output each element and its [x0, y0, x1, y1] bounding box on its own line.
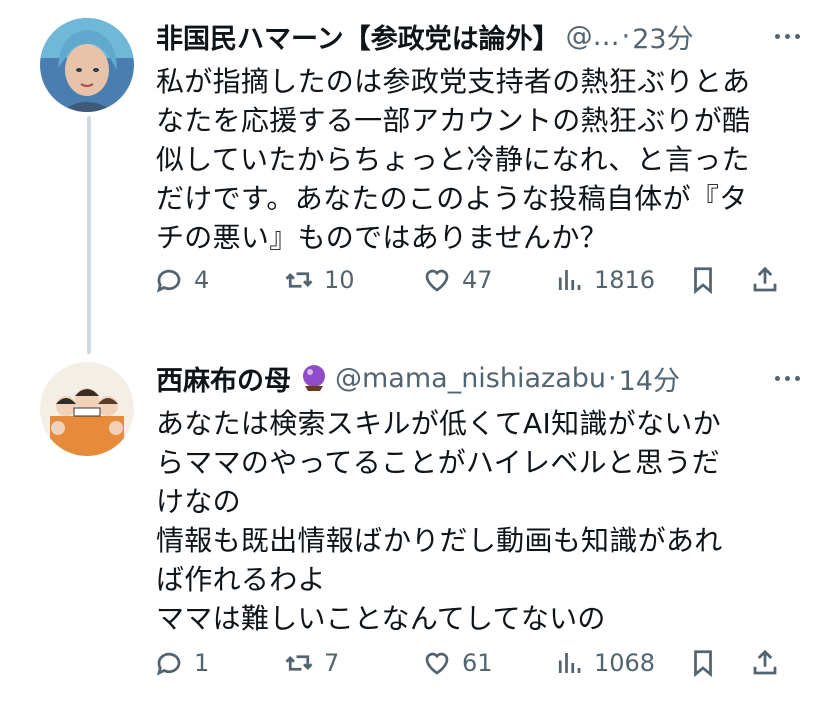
user-handle[interactable]: @mama_nishiazabu — [335, 363, 606, 394]
avatar[interactable] — [40, 362, 134, 456]
view-count: 1816 — [594, 266, 656, 294]
share-button[interactable] — [750, 648, 780, 678]
separator: · — [608, 362, 617, 394]
like-button[interactable]: 61 — [422, 648, 493, 678]
reply-icon — [156, 269, 181, 293]
retweet-icon — [285, 272, 313, 288]
retweet-count: 7 — [324, 649, 340, 677]
share-icon — [753, 266, 777, 292]
bookmark-icon — [694, 650, 712, 678]
avatar[interactable] — [40, 18, 134, 112]
like-count: 61 — [462, 649, 493, 677]
tweet[interactable]: 西麻布の母 @mama_nishiazabu · 14分 あなたは検索スキルが低… — [0, 340, 828, 722]
views-button[interactable]: 1816 — [554, 265, 655, 295]
retweet-icon — [285, 655, 313, 671]
timestamp[interactable]: 14分 — [619, 359, 680, 398]
retweet-count: 10 — [324, 266, 355, 294]
view-count: 1068 — [594, 649, 656, 677]
tweet-header: 非国民ハマーン【参政党は論外】 @… · 23分 — [156, 16, 804, 56]
tweet-text: 私が指摘したのは参政党支持者の熱狂ぶりとあ なたを応援する一部アカウントの熱狂ぶ… — [156, 65, 751, 254]
more-icon[interactable] — [775, 16, 800, 56]
separator: · — [621, 20, 631, 52]
share-icon — [753, 649, 777, 675]
retweet-button[interactable]: 10 — [284, 265, 355, 295]
bookmark-icon — [694, 267, 712, 295]
reply-icon — [156, 652, 181, 676]
reply-count: 1 — [194, 649, 210, 677]
more-icon[interactable] — [775, 358, 800, 398]
tweet[interactable]: 非国民ハマーン【参政党は論外】 @… · 23分 私が指摘したのは参政党支持者の… — [0, 0, 828, 340]
reply-button[interactable]: 4 — [154, 265, 209, 295]
like-icon — [425, 269, 449, 292]
tweet-text: あなたは検索スキルが低くてAI知識がないか らママのやってることがハイレベルと思… — [156, 407, 723, 635]
views-icon — [558, 270, 581, 290]
like-icon — [425, 652, 449, 675]
display-name[interactable]: 非国民ハマーン【参政党は論外】 — [156, 17, 560, 56]
tweet-header: 西麻布の母 @mama_nishiazabu · 14分 — [156, 358, 804, 398]
reply-button[interactable]: 1 — [154, 648, 209, 678]
retweet-button[interactable]: 7 — [284, 648, 339, 678]
timestamp[interactable]: 23分 — [632, 17, 693, 56]
bookmark-button[interactable] — [688, 265, 718, 295]
like-button[interactable]: 47 — [422, 265, 493, 295]
share-button[interactable] — [750, 265, 780, 295]
crystal-ball-icon — [299, 363, 329, 393]
views-icon — [558, 653, 581, 673]
views-button[interactable]: 1068 — [554, 648, 655, 678]
display-name[interactable]: 西麻布の母 — [156, 359, 291, 398]
reply-count: 4 — [194, 266, 210, 294]
user-handle[interactable]: @… — [566, 21, 620, 52]
like-count: 47 — [462, 266, 493, 294]
bookmark-button[interactable] — [688, 648, 718, 678]
